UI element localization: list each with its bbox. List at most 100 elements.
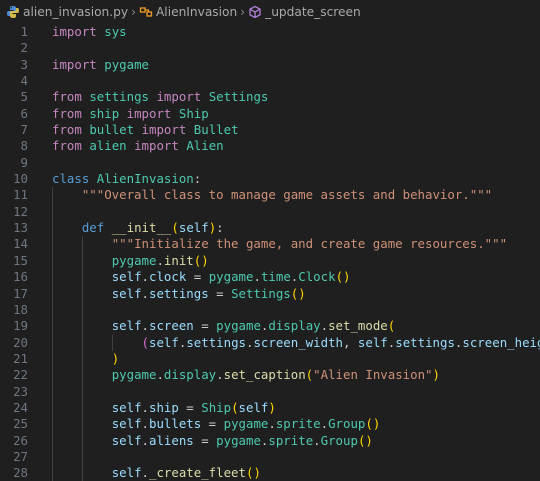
code-token: = <box>186 269 209 285</box>
code-line[interactable]: 1 import sys <box>0 24 540 40</box>
code-token: bullets <box>149 416 202 432</box>
code-token: "Alien Invasion" <box>313 367 433 383</box>
breadcrumb-class[interactable]: AlienInvasion <box>139 5 237 19</box>
breadcrumb-method[interactable]: _update_screen <box>248 5 361 19</box>
code-token: from <box>52 138 82 154</box>
code-token: ) <box>111 350 120 366</box>
breadcrumb: alien_invasion.py › AlienInvasion › _upd… <box>0 0 540 24</box>
line-number: 8 <box>20 138 28 154</box>
code-token: . <box>141 432 149 448</box>
code-token: display <box>163 367 217 383</box>
code-text: class AlienInvasion: <box>52 171 201 187</box>
code-line[interactable]: 17 self.settings = Settings() <box>0 285 540 302</box>
code-text: self.settings = Settings() <box>52 286 306 302</box>
code-token: self <box>178 220 209 236</box>
code-token: . <box>313 432 321 448</box>
line-number: 11 <box>13 187 28 203</box>
code-token: = <box>178 399 202 415</box>
code-line[interactable]: 8 from alien import Alien <box>0 138 540 154</box>
code-editor[interactable]: 1 import sys 2 3 import pygame 4 5 from setting… <box>0 24 540 481</box>
code-token: () <box>357 432 373 448</box>
code-line[interactable]: 11 """Overall class to manage game asset… <box>0 187 540 204</box>
code-token: """Overall class to manage game assets a… <box>81 187 493 203</box>
code-line[interactable]: 23 <box>0 383 540 400</box>
code-token: sprite <box>268 432 314 448</box>
code-line[interactable]: 22 pygame.display.set_caption("Alien Inv… <box>0 367 540 384</box>
code-line[interactable]: 12 <box>0 203 540 221</box>
code-line[interactable]: 14 """Initialize the game, and create ga… <box>0 236 540 253</box>
code-line[interactable]: 24 self.ship = Ship(self) <box>0 399 540 417</box>
code-token: import <box>52 24 97 39</box>
line-number: 13 <box>13 220 28 236</box>
code-token: ( <box>387 318 396 334</box>
line-number: 26 <box>13 432 28 448</box>
code-line[interactable]: 2 <box>0 40 540 56</box>
code-token: screen_height <box>462 334 540 350</box>
code-token: self <box>357 334 388 350</box>
code-line[interactable]: 21 ) <box>0 350 540 368</box>
python-file-icon <box>6 5 20 19</box>
code-token: self <box>111 432 142 448</box>
code-token: () <box>335 269 351 285</box>
code-line[interactable]: 25 self.bullets = pygame.sprite.Group() <box>0 416 540 433</box>
code-token: _create_fleet <box>149 465 246 481</box>
code-token: ) <box>268 399 276 415</box>
code-line[interactable]: 15 pygame.init() <box>0 252 540 270</box>
code-token: alien <box>89 138 127 154</box>
code-line[interactable]: 19 self.screen = pygame.display.set_mode… <box>0 318 540 335</box>
indent-guide <box>52 301 53 319</box>
code-token: . <box>141 416 149 432</box>
code-line[interactable]: 16 self.clock = pygame.time.Clock() <box>0 269 540 286</box>
code-token: set_mode <box>328 318 388 334</box>
code-token: . <box>141 465 149 481</box>
code-token: pygame <box>111 367 157 383</box>
code-line[interactable]: 7 from bullet import Bullet <box>0 122 540 138</box>
code-token: Alien <box>186 138 224 154</box>
code-text: """Initialize the game, and create game … <box>52 236 507 252</box>
code-line[interactable]: 13 def __init__(self): <box>0 220 540 237</box>
line-number: 24 <box>13 399 28 415</box>
code-token: screen <box>149 318 194 334</box>
breadcrumb-file[interactable]: alien_invasion.py <box>6 5 128 19</box>
chevron-right-icon: › <box>131 5 136 19</box>
code-line[interactable]: 10 class AlienInvasion: <box>0 171 540 187</box>
line-number: 1 <box>20 24 28 39</box>
code-token: pygame <box>104 56 149 72</box>
line-number: 28 <box>13 465 28 481</box>
code-text: from alien import Alien <box>52 138 224 154</box>
code-token: import <box>134 138 179 154</box>
code-token: sprite <box>275 416 321 432</box>
code-token: = <box>193 432 217 448</box>
code-line[interactable]: 3 import pygame <box>0 57 540 73</box>
code-token: class <box>52 171 90 187</box>
code-token: ship <box>149 399 179 415</box>
code-line[interactable]: 6 from ship import Ship <box>0 106 540 122</box>
code-line[interactable]: 18 <box>0 301 540 319</box>
code-line[interactable]: 28 self._create_fleet() <box>0 465 540 481</box>
code-line[interactable]: 26 self.aliens = pygame.sprite.Group() <box>0 432 540 449</box>
line-number: 21 <box>13 350 28 366</box>
code-token: . <box>141 399 149 415</box>
code-line[interactable]: 9 <box>0 155 540 171</box>
code-text: from bullet import Bullet <box>52 122 239 138</box>
code-text: self.clock = pygame.time.Clock() <box>52 269 351 285</box>
code-line[interactable]: 27 <box>0 448 540 466</box>
code-token: . <box>141 318 149 334</box>
code-token: import <box>141 122 187 138</box>
code-line[interactable]: 4 <box>0 73 540 89</box>
code-token: import <box>156 89 202 105</box>
method-icon <box>248 5 262 19</box>
code-token: pygame <box>216 318 261 334</box>
code-line[interactable]: 20 (self.settings.screen_width, self.set… <box>0 334 540 351</box>
breadcrumb-method-label: _update_screen <box>265 5 361 19</box>
code-line[interactable]: 5 from settings import Settings <box>0 89 540 105</box>
code-token: Group <box>320 432 358 448</box>
